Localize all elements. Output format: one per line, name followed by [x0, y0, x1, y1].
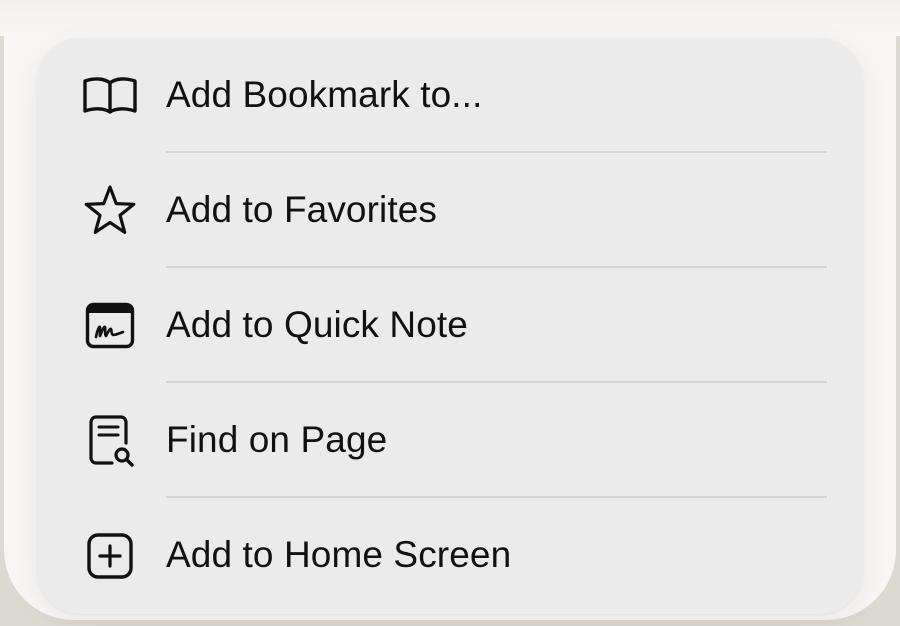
context-menu: Add Bookmark to... Add to Favorites Add …	[37, 38, 863, 614]
menu-item-label: Add Bookmark to...	[166, 73, 483, 115]
menu-item-quick-note[interactable]: Add to Quick Note	[37, 268, 863, 383]
menu-item-label: Add to Favorites	[166, 188, 438, 230]
menu-item-add-home-screen[interactable]: Add to Home Screen	[37, 498, 863, 613]
menu-item-label: Add to Home Screen	[166, 533, 512, 575]
book-icon	[80, 66, 140, 126]
menu-item-label: Find on Page	[166, 418, 388, 460]
quick-note-icon	[80, 296, 140, 356]
page-top-area	[0, 0, 900, 36]
find-on-page-icon	[80, 411, 140, 471]
menu-item-find-on-page[interactable]: Find on Page	[37, 383, 863, 498]
star-icon	[80, 181, 140, 241]
menu-item-label: Add to Quick Note	[166, 303, 468, 345]
menu-item-add-bookmark[interactable]: Add Bookmark to...	[37, 38, 863, 153]
menu-item-add-favorites[interactable]: Add to Favorites	[37, 153, 863, 268]
plus-square-icon	[80, 526, 140, 586]
